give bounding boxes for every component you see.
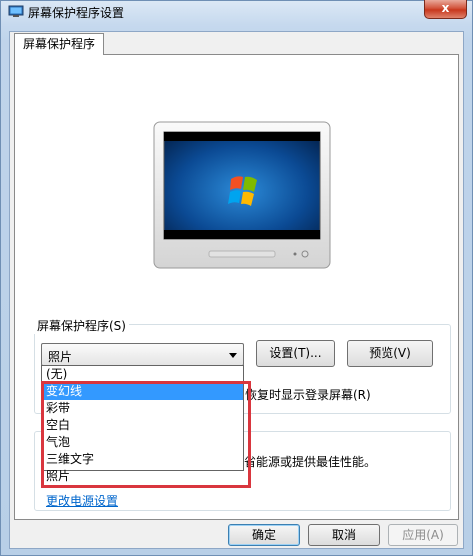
combobox-value: 照片 — [48, 350, 73, 364]
screensaver-combobox[interactable]: 照片 — [41, 343, 244, 366]
dialog-window: 屏幕保护程序设置 x 屏幕保护程序 屏幕保护程序(S) 照片 设置(T)... … — [0, 0, 473, 556]
window-title: 屏幕保护程序设置 — [28, 6, 125, 20]
resume-logon-checkbox-label[interactable]: 恢复时显示登录屏幕(R) — [245, 386, 371, 403]
close-button[interactable]: x — [424, 0, 467, 19]
dialog-client: 屏幕保护程序 屏幕保护程序(S) 照片 设置(T)... 预览(V) 恢复时显示… — [9, 31, 464, 549]
apply-button[interactable]: 应用(A) — [388, 524, 458, 546]
power-description: 省能源或提供最佳性能。 — [244, 455, 377, 469]
tab-screensaver[interactable]: 屏幕保护程序 — [14, 33, 105, 55]
title-bar[interactable]: 屏幕保护程序设置 x — [1, 0, 472, 23]
tab-panel: 屏幕保护程序(S) 照片 设置(T)... 预览(V) 恢复时显示登录屏幕(R)… — [14, 54, 459, 520]
settings-button[interactable]: 设置(T)... — [256, 340, 335, 367]
chevron-down-icon[interactable] — [229, 353, 237, 358]
cancel-button[interactable]: 取消 — [308, 524, 380, 546]
highlight-annotation-box — [41, 381, 251, 488]
screensaver-group-label: 屏幕保护程序(S) — [34, 317, 129, 334]
ok-button[interactable]: 确定 — [228, 524, 300, 546]
monitor-preview-image — [153, 121, 331, 269]
close-icon: x — [441, 1, 450, 15]
preview-button[interactable]: 预览(V) — [347, 340, 433, 367]
change-power-settings-link[interactable]: 更改电源设置 — [46, 492, 118, 509]
monitor-app-icon — [8, 5, 24, 17]
